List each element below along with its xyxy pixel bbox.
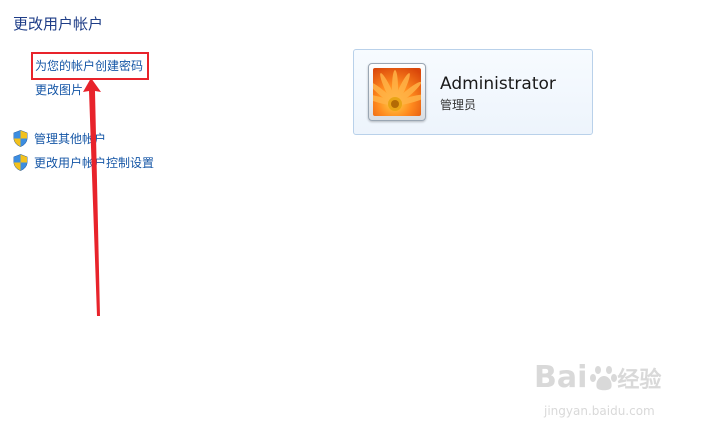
uac-settings-label: 更改用户帐户控制设置 (34, 156, 155, 170)
watermark-url: jingyan.baidu.com (544, 404, 655, 418)
manage-other-accounts-label: 管理其他帐户 (34, 132, 107, 146)
user-name: Administrator (440, 74, 556, 94)
baidu-watermark: Bai 经验 jingyan.baidu.com (534, 360, 684, 430)
watermark-brand: Bai 经验 (534, 360, 662, 395)
avatar (368, 63, 426, 121)
change-picture-link[interactable]: 更改图片 (35, 81, 83, 98)
page-title: 更改用户帐户 (13, 15, 104, 33)
shield-icon (13, 130, 28, 147)
user-account-tile[interactable]: Administrator 管理员 (353, 49, 593, 135)
shield-icon (13, 154, 28, 171)
uac-settings-link[interactable]: 更改用户帐户控制设置 (13, 154, 154, 171)
user-accounts-page: 更改用户帐户 为您的帐户创建密码 更改图片 管理其他帐户 更改用户帐户控制设置 (0, 0, 704, 441)
manage-other-accounts-link[interactable]: 管理其他帐户 (13, 130, 106, 147)
user-role: 管理员 (440, 98, 477, 112)
annotation-highlight-box (31, 52, 149, 80)
flower-picture-icon (373, 68, 421, 116)
